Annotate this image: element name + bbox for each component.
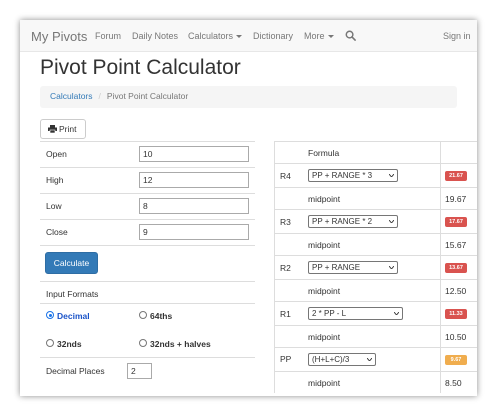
close-input[interactable] [139, 224, 249, 240]
close-label: Close [46, 227, 68, 237]
print-label: Print [59, 124, 77, 134]
midpoint-value: 15.67 [445, 240, 467, 250]
nav-more-label: More [304, 31, 325, 41]
pp-formula-select[interactable]: (H+L+C)/3 [308, 353, 376, 366]
r3-formula-select[interactable]: PP + RANGE * 2 [308, 215, 398, 228]
r4-formula-select[interactable]: PP + RANGE * 3 [308, 169, 398, 182]
calculate-button[interactable]: Calculate [45, 252, 98, 274]
result-row-r4: R4 PP + RANGE * 3 21.67 [275, 163, 477, 187]
results-table: Formula R4 PP + RANGE * 3 21.67 midpoint… [274, 141, 477, 393]
page-title: Pivot Point Calculator [40, 56, 241, 79]
high-label: High [46, 175, 64, 185]
r3-label: R3 [280, 217, 291, 227]
caret-down-icon [236, 35, 243, 39]
64ths-label: 64ths [150, 311, 173, 321]
midpoint-row: midpoint 15.67 [275, 233, 477, 255]
r3-value-badge: 17.67 [445, 217, 467, 227]
sign-in-link[interactable]: Sign in [443, 31, 471, 41]
midpoint-row: midpoint 8.50 [275, 371, 477, 393]
r2-label: R2 [280, 263, 291, 273]
open-row: Open [40, 141, 255, 167]
midpoint-row: midpoint 10.50 [275, 325, 477, 347]
pp-label: PP [280, 354, 292, 364]
r4-label: R4 [280, 171, 291, 181]
formats-group: Decimal 64ths 32nds 32nds + halves [40, 303, 255, 357]
nav-calculators-label: Calculators [188, 31, 234, 41]
breadcrumb: Calculators / Pivot Point Calculator [40, 86, 457, 108]
high-input[interactable] [139, 172, 249, 188]
breadcrumb-calculators[interactable]: Calculators [50, 91, 93, 101]
open-input[interactable] [139, 146, 249, 162]
r4-value-badge: 21.67 [445, 171, 467, 181]
decimal-places-input[interactable] [127, 363, 152, 379]
nav-daily-notes[interactable]: Daily Notes [132, 31, 178, 41]
midpoint-value: 12.50 [445, 286, 467, 296]
print-button[interactable]: Print [40, 119, 86, 139]
midpoint-value: 19.67 [445, 194, 467, 204]
32nds-halves-label: 32nds + halves [150, 339, 211, 349]
midpoint-label: midpoint [308, 332, 341, 342]
chevron-down-icon [389, 266, 394, 269]
decimal-places-label: Decimal Places [46, 366, 105, 376]
decimal-places-row: Decimal Places [40, 357, 255, 396]
decimal-radio[interactable] [46, 311, 54, 319]
r2-value-badge: 13.67 [445, 263, 467, 273]
nav-dictionary[interactable]: Dictionary [253, 31, 293, 41]
close-row: Close [40, 219, 255, 245]
chevron-down-icon [367, 358, 372, 361]
chevron-down-icon [394, 312, 399, 315]
low-label: Low [46, 201, 62, 211]
midpoint-value: 10.50 [445, 332, 467, 342]
chevron-down-icon [389, 220, 394, 223]
chevron-down-icon [389, 174, 394, 177]
r2-formula-select[interactable]: PP + RANGE [308, 261, 398, 274]
midpoint-value: 8.50 [445, 378, 462, 388]
midpoint-row: midpoint 12.50 [275, 279, 477, 301]
low-input[interactable] [139, 198, 249, 214]
r1-formula-select[interactable]: 2 * PP - L [308, 307, 403, 320]
low-row: Low [40, 193, 255, 219]
browser-frame: My Pivots Forum Daily Notes Calculators … [20, 20, 477, 396]
pp-formula-value: (H+L+C)/3 [312, 355, 350, 364]
midpoint-label: midpoint [308, 194, 341, 204]
formula-header: Formula [308, 148, 340, 158]
result-row-pp: PP (H+L+C)/3 9.67 [275, 347, 477, 371]
64ths-radio[interactable] [139, 311, 147, 319]
caret-down-icon [327, 35, 334, 39]
nav-forum[interactable]: Forum [95, 31, 121, 41]
midpoint-label: midpoint [308, 286, 341, 296]
nav-calculators[interactable]: Calculators [188, 31, 243, 41]
high-row: High [40, 167, 255, 193]
printer-icon [48, 125, 57, 134]
nav-more[interactable]: More [304, 31, 334, 41]
result-row-r1: R1 2 * PP - L 11.33 [275, 301, 477, 325]
result-row-r2: R2 PP + RANGE 13.67 [275, 255, 477, 279]
r1-label: R1 [280, 309, 291, 319]
result-row-r3: R3 PP + RANGE * 2 17.67 [275, 209, 477, 233]
32nds-halves-radio[interactable] [139, 339, 147, 347]
midpoint-label: midpoint [308, 240, 341, 250]
input-formats-label: Input Formats [46, 289, 99, 299]
results-header: Formula [275, 141, 477, 163]
r4-formula-value: PP + RANGE * 3 [312, 171, 373, 180]
r1-formula-value: 2 * PP - L [312, 309, 347, 318]
breadcrumb-separator: / [98, 91, 101, 101]
r2-formula-value: PP + RANGE [312, 263, 361, 272]
pp-value-badge: 9.67 [445, 355, 467, 365]
midpoint-row: midpoint 19.67 [275, 187, 477, 209]
r1-value-badge: 11.33 [445, 309, 467, 319]
32nds-label: 32nds [57, 339, 82, 349]
brand-link[interactable]: My Pivots [31, 29, 87, 44]
navbar: My Pivots Forum Daily Notes Calculators … [20, 20, 477, 52]
decimal-label: Decimal [57, 311, 90, 321]
breadcrumb-current: Pivot Point Calculator [106, 91, 189, 101]
32nds-radio[interactable] [46, 339, 54, 347]
r3-formula-value: PP + RANGE * 2 [312, 217, 373, 226]
open-label: Open [46, 149, 67, 159]
midpoint-label: midpoint [308, 378, 341, 388]
search-icon[interactable] [345, 30, 356, 41]
